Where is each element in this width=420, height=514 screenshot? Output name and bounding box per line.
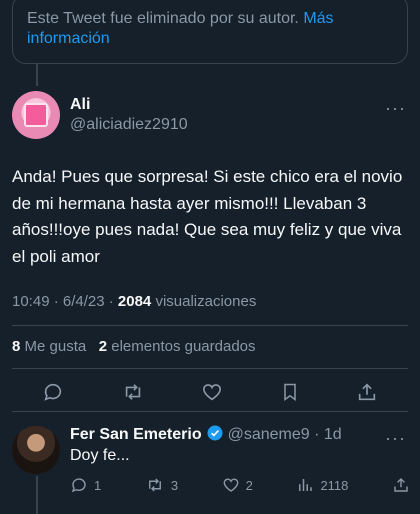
- reply-handle-time[interactable]: @saneme9 · 1d: [228, 426, 342, 443]
- bookmarks-label: elementos guardados: [111, 338, 256, 355]
- reply-retweet-button[interactable]: 3: [145, 474, 178, 496]
- like-button[interactable]: [201, 381, 223, 403]
- share-icon: [358, 383, 376, 401]
- bookmarks-count: 2: [98, 338, 108, 355]
- deleted-tweet-notice: Este Tweet fue eliminado por su autor. M…: [12, 0, 408, 64]
- bookmark-button[interactable]: [280, 381, 300, 403]
- divider: [12, 411, 408, 412]
- retweet-count: 3: [170, 477, 179, 493]
- author-name[interactable]: Ali: [70, 96, 90, 114]
- retweet-button[interactable]: [121, 381, 145, 403]
- divider: [12, 325, 408, 326]
- author-handle[interactable]: @aliciadiez2910: [70, 116, 188, 134]
- reply-header: Fer San Emeterio @saneme9 · 1d: [70, 424, 342, 444]
- avatar[interactable]: [12, 91, 60, 139]
- thread-line: [36, 476, 38, 514]
- views-count: 2084: [117, 293, 152, 310]
- tweet-meta: 10:49 · 6/4/23 · 2084 visualizaciones: [12, 293, 256, 310]
- bookmark-icon: [283, 383, 296, 401]
- reply-button[interactable]: [42, 381, 64, 403]
- views-chart-icon: [299, 479, 313, 491]
- tweet-timestamp[interactable]: 10:49 · 6/4/23 ·: [12, 293, 114, 310]
- reply-views-button[interactable]: 2118: [296, 474, 348, 496]
- reply-icon: [44, 383, 62, 401]
- more-options-button[interactable]: ···: [385, 98, 406, 119]
- retweet-icon: [125, 384, 140, 400]
- heart-icon: [223, 478, 239, 492]
- likes-label: Me gusta: [24, 338, 87, 355]
- verified-badge-icon: [207, 425, 223, 441]
- bookmarks-stat[interactable]: 2 elementos guardados: [99, 338, 256, 355]
- reply-icon: [71, 478, 86, 493]
- thread-line: [36, 64, 38, 86]
- reply-more-options-button[interactable]: ···: [385, 428, 406, 449]
- tweet-actions: [12, 372, 408, 412]
- reply-text: Doy fe...: [70, 447, 130, 464]
- views-label: visualizaciones: [155, 293, 257, 310]
- retweet-icon: [148, 478, 161, 492]
- reply-share-button[interactable]: [392, 474, 410, 496]
- likes-stat[interactable]: 8 Me gusta: [12, 338, 86, 355]
- heart-icon: [202, 384, 222, 401]
- reply-actions: 1 3 2 2118: [70, 474, 410, 496]
- reply-like-button[interactable]: 2: [222, 474, 253, 496]
- tweet-text: Anda! Pues que sorpresa! Si este chico e…: [12, 167, 403, 266]
- likes-count: 8: [12, 338, 21, 355]
- divider: [12, 368, 408, 369]
- avatar-image: [24, 103, 48, 127]
- tweet-stats: 8 Me gusta 2 elementos guardados: [12, 338, 256, 355]
- views-count: 2118: [320, 477, 349, 493]
- share-icon: [394, 477, 408, 492]
- reply-reply-button[interactable]: 1: [70, 474, 101, 496]
- reply-author-name[interactable]: Fer San Emeterio: [70, 426, 202, 443]
- deleted-notice-text: Este Tweet fue eliminado por su autor.: [27, 10, 299, 27]
- reply-count: 1: [94, 477, 102, 493]
- avatar[interactable]: [12, 426, 60, 474]
- like-count: 2: [245, 477, 253, 493]
- share-button[interactable]: [356, 381, 378, 403]
